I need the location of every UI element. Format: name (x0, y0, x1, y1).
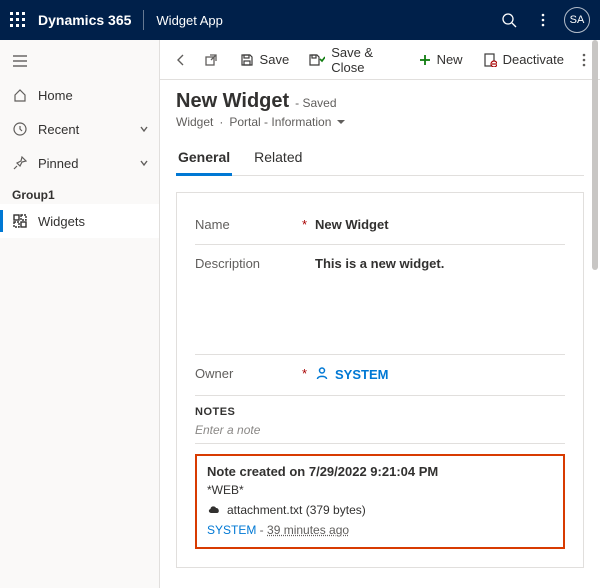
left-nav: Home Recent Pinned Group1 Widgets (0, 40, 160, 588)
note-attachment[interactable]: attachment.txt (379 bytes) (207, 503, 553, 517)
deactivate-label: Deactivate (503, 52, 564, 67)
form-tabs: General Related (176, 143, 584, 176)
form-body: Name* New Widget Description This is a n… (176, 192, 584, 568)
save-button[interactable]: Save (230, 40, 300, 80)
field-description-label: Description (195, 256, 260, 271)
clock-icon (12, 122, 28, 136)
nav-collapse-button[interactable] (0, 44, 159, 78)
plus-icon (419, 54, 431, 66)
global-top-bar: Dynamics 365 Widget App SA (0, 0, 600, 40)
nav-label-recent: Recent (38, 122, 79, 137)
tab-related[interactable]: Related (252, 143, 304, 175)
note-item-highlighted: Note created on 7/29/2022 9:21:04 PM *WE… (195, 454, 565, 549)
new-label: New (437, 52, 463, 67)
nav-group-label: Group1 (0, 180, 159, 204)
person-icon (315, 366, 329, 383)
field-name-value[interactable]: New Widget (315, 217, 565, 232)
record-title: New Widget (176, 90, 289, 113)
pin-icon (12, 156, 28, 170)
nav-item-home[interactable]: Home (0, 78, 159, 112)
note-attachment-text: attachment.txt (379 bytes) (227, 503, 366, 517)
nav-item-recent[interactable]: Recent (0, 112, 159, 146)
field-owner-value[interactable]: SYSTEM (315, 366, 565, 383)
tab-general[interactable]: General (176, 143, 232, 176)
new-button[interactable]: New (409, 40, 473, 80)
nav-item-pinned[interactable]: Pinned (0, 146, 159, 180)
note-author[interactable]: SYSTEM (207, 523, 256, 537)
topbar-divider (143, 10, 144, 30)
note-source: *WEB* (207, 483, 553, 497)
content-area: Save Save & Close New Deactivate (160, 40, 600, 588)
nav-item-widgets[interactable]: Widgets (0, 204, 159, 238)
deactivate-icon (483, 53, 497, 67)
record-save-status: - Saved (295, 96, 336, 110)
note-title: Note created on 7/29/2022 9:21:04 PM (207, 464, 553, 479)
nav-label-home: Home (38, 88, 73, 103)
save-close-icon (309, 53, 325, 67)
cloud-icon (207, 503, 221, 517)
back-button[interactable] (166, 40, 196, 80)
app-name[interactable]: Widget App (156, 13, 223, 28)
open-in-new-button[interactable] (196, 40, 226, 80)
user-avatar[interactable]: SA (564, 7, 590, 33)
nav-label-pinned: Pinned (38, 156, 78, 171)
chevron-down-icon (139, 156, 149, 171)
scrollbar-thumb[interactable] (592, 40, 598, 270)
form-name: Portal - Information (229, 115, 345, 129)
search-icon[interactable] (492, 0, 526, 40)
save-close-button[interactable]: Save & Close (299, 40, 408, 80)
save-icon (240, 53, 254, 67)
field-owner-label: Owner (195, 366, 233, 381)
vertical-scrollbar[interactable] (590, 40, 598, 588)
save-close-label: Save & Close (331, 45, 398, 75)
note-timestamp: 39 minutes ago (267, 523, 349, 537)
home-icon (12, 88, 28, 102)
note-input[interactable]: Enter a note (195, 418, 565, 444)
entity-name: Widget (176, 115, 213, 129)
nav-label-widgets: Widgets (38, 214, 85, 229)
widgets-icon (12, 214, 28, 228)
field-description-value[interactable]: This is a new widget. (315, 256, 565, 344)
chevron-down-icon (139, 122, 149, 137)
form-selector[interactable]: Widget · Portal - Information (176, 115, 584, 129)
product-brand[interactable]: Dynamics 365 (38, 12, 131, 28)
app-launcher-icon[interactable] (10, 12, 26, 28)
owner-text: SYSTEM (335, 367, 388, 382)
note-placeholder: Enter a note (195, 423, 260, 437)
deactivate-button[interactable]: Deactivate (473, 40, 574, 80)
command-bar: Save Save & Close New Deactivate (160, 40, 600, 80)
field-name-label: Name (195, 217, 230, 232)
save-label: Save (260, 52, 290, 67)
topbar-more-icon[interactable] (526, 0, 560, 40)
notes-heading: NOTES (195, 406, 565, 418)
hamburger-icon (12, 55, 28, 67)
